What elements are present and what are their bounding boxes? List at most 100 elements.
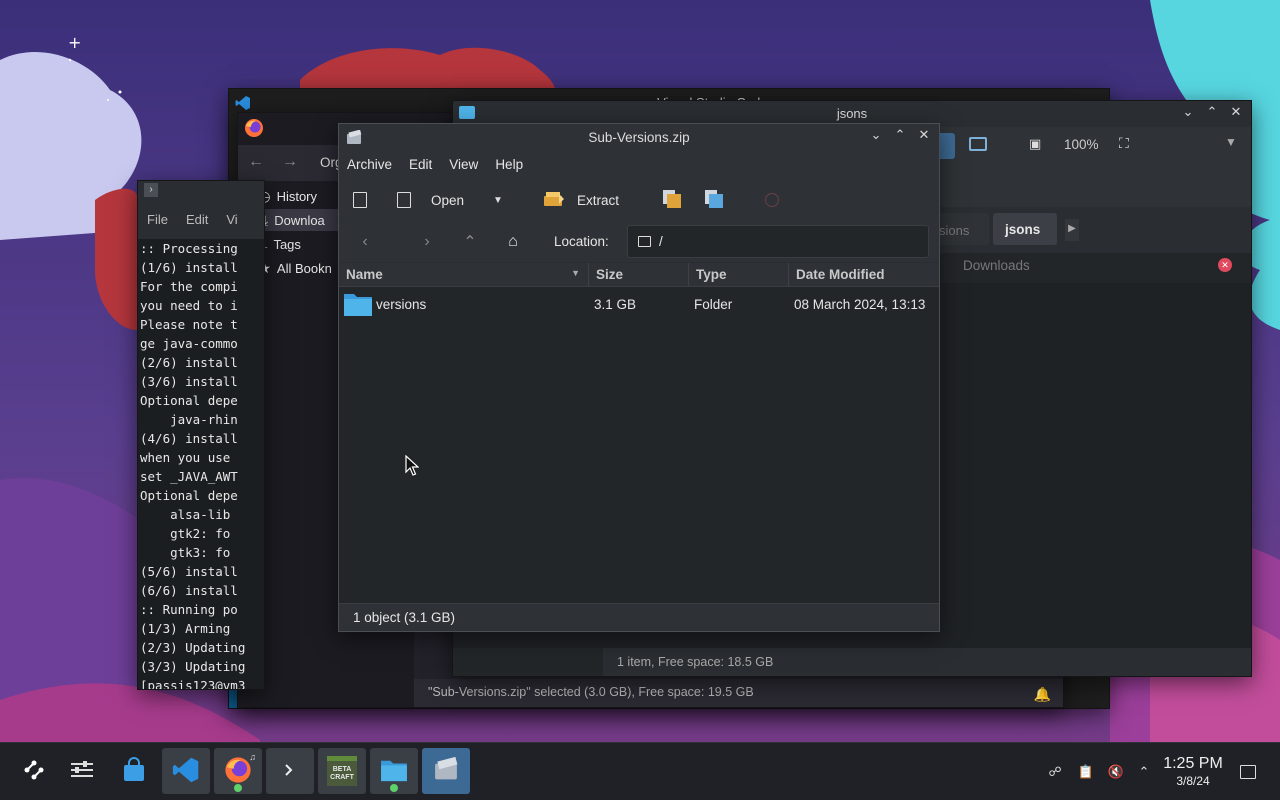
svg-text:+: + [68, 33, 81, 52]
open-label: Open [431, 192, 465, 208]
menu-file[interactable]: File [147, 212, 168, 228]
kde-connect-icon[interactable]: ☍ [1044, 761, 1066, 783]
dolphin-status-text: 1 item, Free space: 18.5 GB [603, 648, 1251, 676]
terminal-line: Optional depe [140, 488, 238, 503]
new-archive-button[interactable] [353, 186, 367, 214]
menu-archive[interactable]: Archive [347, 152, 401, 178]
open-button[interactable]: Open [397, 186, 464, 214]
row-modified: 08 March 2024, 13:13 [794, 297, 926, 312]
back-arrow-icon[interactable]: ‹ [355, 232, 375, 252]
terminal-output[interactable]: :: Processing (1/6) install For the compi y… [140, 239, 264, 689]
zoom-out-icon[interactable]: ▣ [1029, 136, 1041, 152]
forward-arrow-icon[interactable]: › [417, 232, 437, 252]
add-files-button[interactable] [661, 186, 685, 214]
notification-bell-icon[interactable]: 🔔 [1034, 686, 1051, 703]
firefox-status-text: "Sub-Versions.zip" selected (3.0 GB), Fr… [414, 679, 1063, 707]
terminal-line: (1/3) Arming [140, 621, 231, 636]
dolphin-title: jsons [836, 106, 868, 121]
terminal-line: (3/3) Updating [140, 659, 246, 674]
menu-edit[interactable]: Edit [186, 212, 208, 228]
terminal-line: For the compi [140, 279, 238, 294]
terminal-line: when you use [140, 450, 231, 465]
folder-icon [638, 236, 651, 247]
tab-jsons[interactable]: jsons [993, 213, 1057, 245]
fullscreen-icon[interactable]: ⛶ [1119, 135, 1129, 152]
open-document-icon [397, 192, 411, 208]
extract-button[interactable]: Extract [543, 186, 619, 214]
forward-arrow-icon[interactable]: → [282, 153, 298, 171]
chevron-down-icon: ▼ [493, 194, 503, 206]
home-icon[interactable]: ⌂ [503, 232, 523, 252]
task-vscode[interactable] [162, 748, 210, 794]
table-header: Name ▼ Size Type Date Modified [339, 263, 939, 287]
column-date-modified[interactable]: Date Modified [789, 263, 939, 287]
ark-location-bar: ‹ › ⌃ ⌂ Location: / [339, 222, 939, 262]
terminal-line: (3/6) install [140, 374, 238, 389]
task-betacraft[interactable]: BETA CRAFT [318, 748, 366, 794]
column-name[interactable]: Name ▼ [339, 263, 589, 287]
task-settings[interactable] [58, 748, 106, 794]
konsole-titlebar[interactable]: › [138, 181, 264, 201]
new-badge-icon [390, 784, 398, 792]
terminal-line: gtk3: fo [140, 545, 231, 560]
chevron-right-icon[interactable]: ▶ [1065, 219, 1079, 241]
ark-titlebar[interactable]: Sub-Versions.zip ⌄ ⌃ ✕ [339, 124, 939, 152]
system-clock[interactable]: 1:25 PM 3/8/24 [1160, 755, 1226, 788]
close-icon[interactable]: ✕ [1218, 258, 1232, 272]
task-discover[interactable] [110, 748, 158, 794]
menu-edit[interactable]: Edit [409, 152, 441, 178]
menu-view[interactable]: View [449, 152, 487, 178]
terminal-line: :: Processing [140, 241, 238, 256]
launcher-icon [21, 757, 47, 786]
ark-window[interactable]: Sub-Versions.zip ⌄ ⌃ ✕ Archive Edit View… [338, 123, 940, 632]
row-type: Folder [694, 297, 733, 312]
up-arrow-icon[interactable]: ⌃ [460, 232, 480, 252]
minimize-button[interactable]: ⌄ [1179, 103, 1197, 121]
delete-button[interactable] [765, 186, 779, 214]
task-ark[interactable] [422, 748, 470, 794]
terminal-line: (2/3) Updating [140, 640, 246, 655]
extract-label: Extract [577, 192, 620, 208]
location-value: / [659, 234, 663, 249]
location-field[interactable]: / [627, 225, 929, 258]
tab-sions[interactable]: sions [933, 213, 989, 245]
show-desktop-icon[interactable] [1237, 761, 1259, 783]
betacraft-icon: BETA CRAFT [327, 756, 357, 786]
column-size[interactable]: Size [589, 263, 689, 287]
settings-sliders-icon [69, 759, 95, 784]
archive-contents-table: Name ▼ Size Type Date Modified versions … [339, 263, 939, 603]
task-firefox[interactable]: ♫ [214, 748, 262, 794]
terminal-icon: › [144, 183, 158, 197]
terminal-line: java-rhin [140, 412, 238, 427]
zoom-level[interactable]: 100% [1064, 137, 1099, 152]
table-row[interactable]: versions 3.1 GB Folder 08 March 2024, 13… [339, 289, 939, 321]
maximize-button[interactable]: ⌃ [891, 126, 909, 144]
terminal-line: you need to i [140, 298, 238, 313]
app-launcher-button[interactable] [10, 748, 58, 794]
konsole-window[interactable]: › File Edit Vi :: Processing (1/6) instal… [137, 180, 265, 690]
terminal-line: Optional depe [140, 393, 238, 408]
close-button[interactable]: ✕ [915, 126, 933, 144]
add-folder-button[interactable] [703, 186, 727, 214]
chevron-down-icon[interactable]: ▼ [1225, 135, 1237, 149]
close-button[interactable]: ✕ [1227, 103, 1245, 121]
back-arrow-icon[interactable]: ← [248, 153, 264, 171]
task-konsole[interactable] [266, 748, 314, 794]
column-type[interactable]: Type [689, 263, 789, 287]
task-dolphin[interactable] [370, 748, 418, 794]
monitor-icon[interactable] [969, 137, 987, 151]
sidebar-item-label: History [276, 188, 318, 204]
location-label: Location: [554, 234, 609, 249]
volume-muted-icon[interactable]: 🔇 [1105, 761, 1127, 783]
chevron-up-icon[interactable]: ⌃ [1133, 761, 1155, 783]
menu-help[interactable]: Help [495, 152, 532, 178]
menu-view[interactable]: Vi [226, 212, 237, 228]
terminal-line: (6/6) install [140, 583, 238, 598]
open-dropdown-button[interactable]: ▼ [493, 186, 503, 214]
places-label[interactable]: Downloads [963, 258, 1030, 273]
new-badge-icon [234, 784, 242, 792]
maximize-button[interactable]: ⌃ [1203, 103, 1221, 121]
sidebar-item-label: All Bookn [276, 260, 332, 276]
clipboard-icon[interactable]: 📋 [1075, 761, 1097, 783]
minimize-button[interactable]: ⌄ [867, 126, 885, 144]
